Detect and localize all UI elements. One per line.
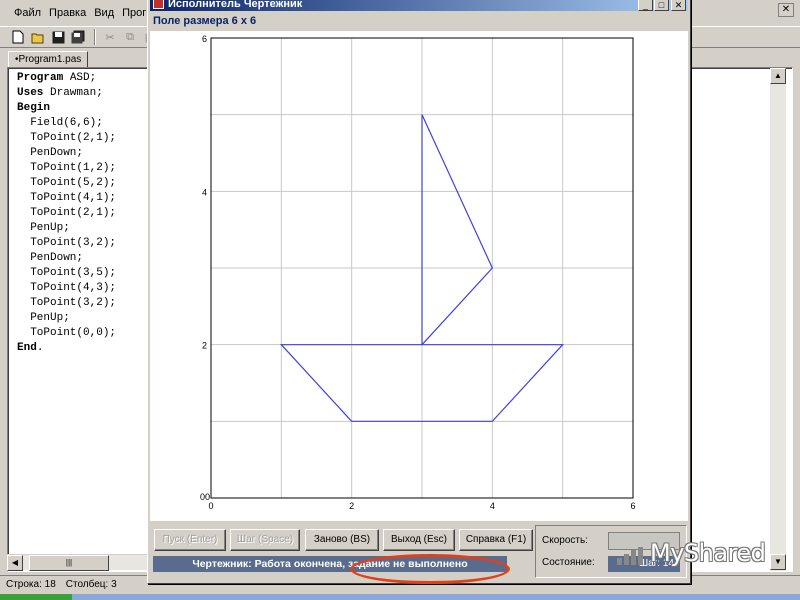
code-line[interactable]: ToPoint(3,5); (17, 266, 116, 281)
code-text-part: PenUp; (17, 222, 70, 234)
horizontal-scrollbar[interactable]: ◀ ||| (7, 554, 157, 571)
code-line[interactable]: ToPoint(3,2); (17, 236, 116, 251)
menu-edit[interactable]: Правка (45, 7, 90, 19)
cut-icon[interactable]: ✂ (102, 29, 118, 45)
y-tick-label: 6 (202, 34, 207, 44)
control-panel: Пуск (Enter) Шаг (Space) Заново (BS) Вых… (150, 525, 688, 581)
code-text-part: PenUp; (17, 312, 70, 324)
save-icon[interactable] (50, 29, 66, 45)
code-keyword: Uses (17, 87, 44, 99)
code-keyword: Program (17, 72, 64, 84)
code-line[interactable]: ToPoint(2,1); (17, 206, 116, 221)
code-line[interactable]: ToPoint(0,0); (17, 326, 116, 341)
save-all-icon[interactable] (70, 29, 86, 45)
code-line[interactable]: ToPoint(4,1); (17, 191, 116, 206)
code-line[interactable]: Begin (17, 101, 116, 116)
code-text-part: ToPoint(4,1); (17, 192, 117, 204)
drawman-title: Исполнитель Чертежник (168, 0, 303, 10)
drawing-canvas: 0 2 4 6 2 4 6 00 (200, 34, 636, 511)
code-text-part: ToPoint(3,2); (17, 237, 117, 249)
state-label: Состояние: (542, 557, 595, 568)
y-tick-label: 4 (202, 187, 207, 197)
step-button[interactable]: Шаг (Space) (230, 529, 300, 551)
code-text-part: ToPoint(2,1); (17, 207, 117, 219)
taskbar-strip (0, 594, 800, 600)
field-size-label: Поле размера 6 x 6 (153, 15, 257, 27)
code-line[interactable]: ToPoint(1,2); (17, 161, 116, 176)
code-line[interactable]: ToPoint(3,2); (17, 296, 116, 311)
tab-program1[interactable]: •Program1.pas (8, 51, 89, 68)
x-tick-label: 2 (349, 501, 354, 511)
new-file-icon[interactable] (10, 29, 26, 45)
vertical-scrollbar[interactable]: ▲ ▼ (770, 68, 786, 571)
run-button[interactable]: Пуск (Enter) (154, 529, 226, 551)
scroll-left-icon[interactable]: ◀ (7, 555, 23, 571)
status-line: Строка: 18 (6, 579, 56, 590)
code-line[interactable]: End. (17, 341, 116, 356)
code-line[interactable]: Program ASD; (17, 71, 116, 86)
code-line[interactable]: Field(6,6); (17, 116, 116, 131)
code-text-part: ToPoint(5,2); (17, 177, 117, 189)
drawman-window: Исполнитель Чертежник _ □ ✕ Поле размера… (147, 0, 691, 584)
code-line[interactable]: ToPoint(4,3); (17, 281, 116, 296)
help-button[interactable]: Справка (F1) (459, 529, 533, 551)
code-text-part: . (36, 342, 44, 354)
maximize-icon[interactable]: □ (654, 0, 669, 11)
restart-button[interactable]: Заново (BS) (305, 529, 379, 551)
toolbar-separator (94, 29, 96, 45)
status-message: Чертежник: Работа окончена, задание не в… (153, 556, 507, 572)
exit-button[interactable]: Выход (Esc) (383, 529, 455, 551)
x-tick-label: 4 (490, 501, 495, 511)
scroll-thumb[interactable]: ||| (29, 555, 109, 571)
x-tick-label: 0 (208, 501, 213, 511)
code-line[interactable]: ToPoint(5,2); (17, 176, 116, 191)
code-text-part: ToPoint(4,3); (17, 282, 117, 294)
open-folder-icon[interactable] (30, 29, 46, 45)
code-line[interactable]: PenDown; (17, 251, 116, 266)
close-icon[interactable]: ✕ (671, 0, 686, 11)
code-text-part: ToPoint(1,2); (17, 162, 117, 174)
code-line[interactable]: ToPoint(2,1); (17, 131, 116, 146)
code-text-part: Field(6,6); (17, 117, 103, 129)
copy-icon[interactable]: ⧉ (122, 29, 138, 45)
y-tick-label: 2 (202, 341, 207, 351)
status-column: Столбец: 3 (65, 579, 117, 590)
state-value: Шаг: 14 (608, 556, 680, 572)
drawing-field: 0 2 4 6 2 4 6 00 (150, 31, 688, 521)
code-text-part: Drawman; (43, 87, 103, 99)
x-tick-label: 6 (630, 501, 635, 511)
scroll-down-icon[interactable]: ▼ (770, 554, 786, 570)
code-line[interactable]: PenDown; (17, 146, 116, 161)
menu-view[interactable]: Вид (90, 7, 118, 19)
speed-group: Скорость: Состояние: Шаг: 14 (535, 525, 687, 578)
app-icon (153, 0, 164, 9)
scroll-up-icon[interactable]: ▲ (770, 68, 786, 84)
drawman-titlebar[interactable]: Исполнитель Чертежник _ □ ✕ (150, 0, 688, 11)
code-text[interactable]: Program ASD; Uses Drawman; Begin Field(6,6… (17, 71, 116, 356)
code-line[interactable]: Uses Drawman; (17, 86, 116, 101)
start-button[interactable] (0, 594, 72, 600)
code-text-part: PenDown; (17, 252, 84, 264)
origin-label: 00 (200, 492, 210, 502)
code-text-part: ToPoint(3,5); (17, 267, 117, 279)
code-line[interactable]: PenUp; (17, 221, 116, 236)
code-keyword: End (17, 342, 37, 354)
ide-close-icon[interactable]: ✕ (778, 3, 794, 17)
menu-file[interactable]: Файл (10, 7, 45, 19)
speed-slider[interactable] (608, 532, 680, 550)
code-text-part: ASD; (63, 72, 97, 84)
code-line[interactable]: PenUp; (17, 311, 116, 326)
code-text-part: PenDown; (17, 147, 84, 159)
code-text-part: ToPoint(3,2); (17, 297, 117, 309)
minimize-icon[interactable]: _ (638, 0, 653, 11)
code-keyword: Begin (17, 102, 51, 114)
code-text-part: ToPoint(2,1); (17, 132, 117, 144)
code-text-part: ToPoint(0,0); (17, 327, 117, 339)
drawn-path (421, 114, 494, 346)
speed-label: Скорость: (542, 535, 588, 546)
